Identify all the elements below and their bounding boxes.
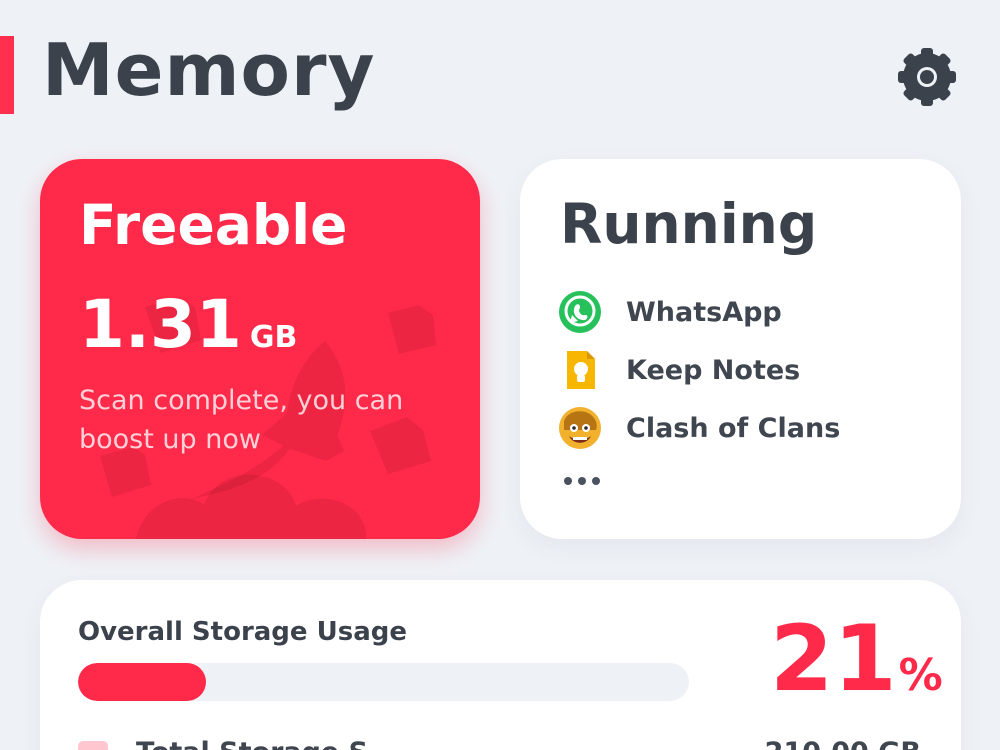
app-name: Keep Notes	[626, 354, 801, 386]
freeable-card[interactable]: Freeable 1.31 GB Scan complete, you can b…	[40, 159, 480, 539]
clash-of-clans-icon	[559, 407, 601, 449]
more-horizontal-icon	[592, 477, 600, 485]
keep-notes-icon	[567, 351, 595, 389]
app-name: Clash of Clans	[626, 412, 841, 444]
freeable-title: Freeable	[79, 193, 348, 257]
page-title: Memory	[42, 28, 376, 112]
settings-button[interactable]	[896, 46, 958, 108]
storage-legend-swatch	[78, 741, 108, 750]
running-app-list: WhatsApp Keep Notes Clash of Clans	[557, 283, 840, 457]
storage-legend-label: Total Storage S...	[136, 737, 399, 750]
running-app-clash-of-clans[interactable]: Clash of Clans	[557, 399, 840, 457]
running-title: Running	[560, 192, 818, 256]
cloud-icon	[136, 474, 367, 539]
running-apps-card[interactable]: Running WhatsApp Keep Notes Clash of Cla…	[520, 159, 961, 539]
scan-status-message: Scan complete, you can boost up now	[79, 385, 404, 455]
gear-icon	[898, 48, 956, 106]
freeable-unit: GB	[249, 320, 298, 355]
storage-usage-percentage: 21%	[770, 610, 943, 710]
storage-progress-fill	[78, 663, 207, 701]
header-accent-bar	[0, 36, 14, 114]
freeable-amount: 1.31 GB	[79, 285, 297, 365]
app-name: WhatsApp	[626, 296, 782, 328]
whatsapp-icon	[559, 291, 601, 333]
storage-progress-track	[78, 663, 689, 701]
storage-percent-unit: %	[898, 650, 943, 701]
storage-usage-card: Overall Storage Usage 21% Total Storage …	[40, 580, 961, 750]
storage-usage-label: Overall Storage Usage	[78, 617, 407, 647]
running-app-keep-notes[interactable]: Keep Notes	[557, 341, 840, 399]
storage-legend-row: Total Storage S... 210.00 GB	[78, 737, 928, 750]
storage-legend-value: 210.00 GB	[765, 737, 921, 750]
more-horizontal-icon	[578, 477, 586, 485]
more-running-apps-button[interactable]	[564, 477, 600, 485]
memory-screen: Memory Freeable 1.31 GB Scan complete, y…	[0, 0, 1000, 750]
running-app-whatsapp[interactable]: WhatsApp	[557, 283, 840, 341]
freeable-value: 1.31	[79, 286, 242, 363]
more-horizontal-icon	[564, 477, 572, 485]
storage-percent-value: 21	[770, 607, 897, 712]
